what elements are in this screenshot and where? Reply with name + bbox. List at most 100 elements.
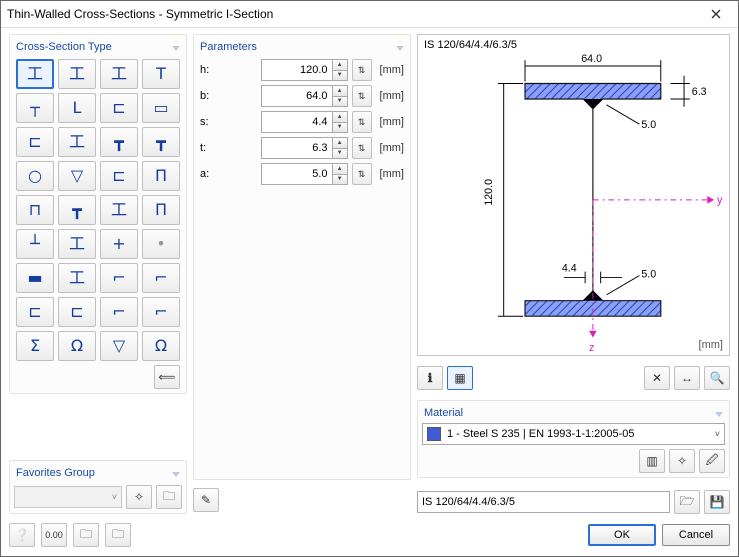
param-unit-b: [mm] <box>376 90 404 102</box>
crosssection-i-left[interactable]: 工 <box>100 59 138 89</box>
preview-canvas: IS 120/64/4.4/6.3/5 [mm] <box>417 34 730 356</box>
param-pick-b[interactable]: ⇅ <box>352 85 372 107</box>
help-button[interactable]: ❔ <box>9 523 35 547</box>
param-spinner-b[interactable]: ▲▼ <box>261 85 348 107</box>
values-toggle-button[interactable]: 🔍 <box>704 366 730 390</box>
pick-params-button[interactable]: ✎ <box>193 488 219 512</box>
close-button[interactable] <box>700 4 732 24</box>
crosssection-pi2[interactable]: Π <box>142 195 180 225</box>
crosssection-t-down[interactable]: ┬ <box>16 93 54 123</box>
param-pick-t[interactable]: ⇅ <box>352 137 372 159</box>
crosssection-i-top[interactable]: ┳ <box>58 195 96 225</box>
material-edit-button[interactable]: 🖉 <box>699 449 725 473</box>
crosssection-i3[interactable]: 工 <box>100 195 138 225</box>
section-drawing: y z 64.0 6.3 5.0 120.0 <box>418 35 729 355</box>
description-input[interactable] <box>417 491 670 513</box>
crosssection-omega[interactable]: Ω <box>58 331 96 361</box>
param-pick-h[interactable]: ⇅ <box>352 59 372 81</box>
description-row: 🗁 💾 <box>417 490 730 514</box>
param-input-b[interactable] <box>262 87 332 105</box>
group-material: Material 1 - Steel S 235 | EN 1993-1-1:2… <box>417 400 730 478</box>
spin-down[interactable]: ▼ <box>332 70 347 81</box>
description-save-button[interactable]: 💾 <box>704 490 730 514</box>
spin-down[interactable]: ▼ <box>332 148 347 159</box>
crosssection-i-asym[interactable]: 工 <box>58 59 96 89</box>
favorites-manage-button[interactable]: 🗀 <box>156 485 182 509</box>
spin-up[interactable]: ▲ <box>332 112 347 122</box>
favorites-select[interactable]: ˅ <box>14 486 122 508</box>
spin-up[interactable]: ▲ <box>332 86 347 96</box>
zee-icon: ⌐ <box>112 270 125 286</box>
param-spinner-t[interactable]: ▲▼ <box>261 137 348 159</box>
crosssection-t-y[interactable]: ┳ <box>100 127 138 157</box>
crosssection-channel2[interactable]: ⊏ <box>100 161 138 191</box>
crosssection-i-section[interactable]: 工 <box>16 59 54 89</box>
crosssection-omega2[interactable]: Ω <box>142 331 180 361</box>
dimensions-toggle-button[interactable]: ↔ <box>674 366 700 390</box>
description-load-button[interactable]: 🗁 <box>674 490 700 514</box>
crosssection-angle-l[interactable]: L <box>58 93 96 123</box>
spin-down[interactable]: ▼ <box>332 174 347 185</box>
crosssection-channel4[interactable]: ⊏ <box>58 297 96 327</box>
param-spinner-s[interactable]: ▲▼ <box>261 111 348 133</box>
omega2-icon: Ω <box>155 338 167 354</box>
t-down-icon: ┬ <box>30 100 40 116</box>
crosssection-i5[interactable]: 工 <box>58 263 96 293</box>
crosssection-channel3[interactable]: ⊏ <box>16 297 54 327</box>
spin-up[interactable]: ▲ <box>332 164 347 174</box>
crosssection-triangle[interactable]: ▽ <box>58 161 96 191</box>
crosssection-channel-c[interactable]: ⊏ <box>100 93 138 123</box>
param-input-s[interactable] <box>262 113 332 131</box>
cancel-button[interactable]: Cancel <box>662 524 730 546</box>
crosssection-tee-down[interactable]: ┴ <box>16 229 54 259</box>
param-input-h[interactable] <box>262 61 332 79</box>
crosssection-t-section[interactable]: T <box>142 59 180 89</box>
param-pick-a[interactable]: ⇅ <box>352 163 372 185</box>
crosssection-dot[interactable]: • <box>142 229 180 259</box>
axis-toggle-button[interactable]: ✕ <box>644 366 670 390</box>
ok-button[interactable]: OK <box>588 524 656 546</box>
export-button[interactable]: 🗀 <box>105 523 131 547</box>
previous-section-button[interactable]: ⟸ <box>154 365 180 389</box>
param-input-a[interactable] <box>262 165 332 183</box>
material-library-button[interactable]: ▥ <box>639 449 665 473</box>
crosssection-sigma[interactable]: Σ <box>16 331 54 361</box>
crosssection-flat-bar[interactable]: ▬ <box>16 263 54 293</box>
crosssection-trap[interactable]: ▽ <box>100 331 138 361</box>
param-input-t[interactable] <box>262 139 332 157</box>
crosssection-circle[interactable]: ○ <box>16 161 54 191</box>
units-button[interactable]: 0.00 <box>41 523 67 547</box>
rect-tube-icon: ▭ <box>153 100 168 116</box>
crosssection-i4[interactable]: 工 <box>58 229 96 259</box>
crosssection-y-section[interactable]: ┳ <box>142 127 180 157</box>
spin-down[interactable]: ▼ <box>332 96 347 107</box>
spin-up[interactable]: ▲ <box>332 60 347 70</box>
stress-points-button[interactable]: ▦ <box>447 366 473 390</box>
material-select[interactable]: 1 - Steel S 235 | EN 1993-1-1:2005-05 ˅ <box>422 423 725 445</box>
crosssection-i2[interactable]: 工 <box>58 127 96 157</box>
spin-down[interactable]: ▼ <box>332 122 347 133</box>
trap-icon: ▽ <box>113 338 125 354</box>
tee-down-icon: ┴ <box>30 236 40 252</box>
material-selected-value: 1 - Steel S 235 | EN 1993-1-1:2005-05 <box>447 428 709 440</box>
crosssection-plus[interactable]: + <box>100 229 138 259</box>
material-new-button[interactable]: ✧ <box>669 449 695 473</box>
spin-up[interactable]: ▲ <box>332 138 347 148</box>
crosssection-angle2[interactable]: ⌐ <box>100 297 138 327</box>
crosssection-zee[interactable]: ⌐ <box>100 263 138 293</box>
param-pick-s[interactable]: ⇅ <box>352 111 372 133</box>
book-icon: ▥ <box>646 454 657 468</box>
crosssection-rect-tube[interactable]: ▭ <box>142 93 180 123</box>
favorites-add-button[interactable]: ✧ <box>126 485 152 509</box>
import-button[interactable]: 🗀 <box>73 523 99 547</box>
param-spinner-h[interactable]: ▲▼ <box>261 59 348 81</box>
crosssection-pi[interactable]: Π <box>142 161 180 191</box>
group-title: Parameters <box>198 39 406 57</box>
crosssection-angle3[interactable]: ⌐ <box>142 297 180 327</box>
info-button[interactable]: ℹ <box>417 366 443 390</box>
crosssection-zee2[interactable]: ⌐ <box>142 263 180 293</box>
crosssection-double-channel[interactable]: ⊓ <box>16 195 54 225</box>
param-spinner-a[interactable]: ▲▼ <box>261 163 348 185</box>
t-section-icon: T <box>156 66 166 82</box>
crosssection-channel-open[interactable]: ⊏ <box>16 127 54 157</box>
